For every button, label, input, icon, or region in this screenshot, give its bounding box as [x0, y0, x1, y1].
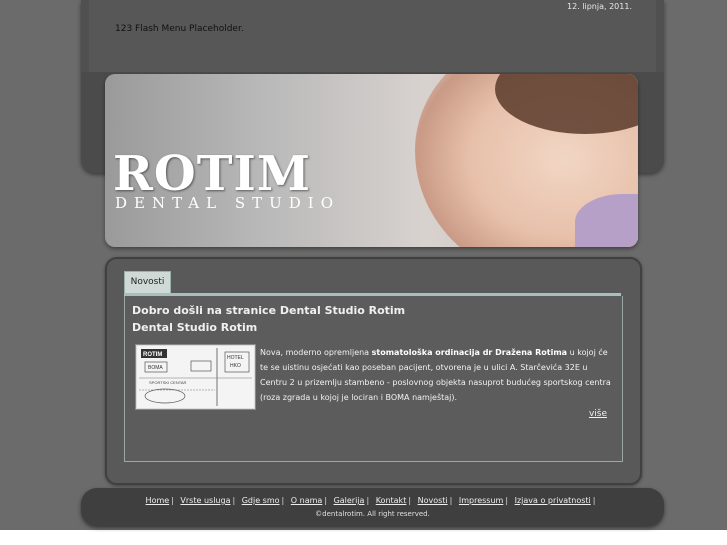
footer-link-izjava-o-privatnosti[interactable]: Izjava o privatnosti [515, 496, 591, 505]
more-link[interactable]: više [589, 409, 607, 419]
footer-link-novosti[interactable]: Novosti [418, 496, 448, 505]
footer: Home | Vrste usluga | Gdje smo | O nama | Ga… [81, 488, 664, 526]
footer-separator: | [505, 496, 509, 505]
footer-link-o-nama[interactable]: O nama [291, 496, 323, 505]
header-banner: ROTIM DENTAL STUDIO [105, 74, 638, 247]
footer-link-kontakt[interactable]: Kontakt [376, 496, 407, 505]
content-panel: Novosti Dobro došli na stranice Dental S… [105, 257, 642, 485]
footer-separator: | [408, 496, 412, 505]
para-bold: stomatološka ordinacija dr Dražena Rotim… [371, 348, 568, 357]
footer-separator: | [324, 496, 328, 505]
welcome-subheading: Dental Studio Rotim [132, 321, 258, 334]
thumb-sport: SPORTSKI CENTAR [149, 380, 187, 385]
header-top: 12. lipnja, 2011. 123 Flash Menu Placeho… [81, 0, 664, 72]
header-date: 12. lipnja, 2011. [567, 2, 632, 11]
footer-separator: | [171, 496, 174, 505]
footer-separator: | [592, 496, 596, 505]
footer-link-impressum[interactable]: Impressum [459, 496, 503, 505]
footer-separator: | [366, 496, 370, 505]
thumb-hotel: HOTEL [227, 355, 244, 361]
welcome-heading: Dobro došli na stranice Dental Studio Ro… [132, 304, 406, 317]
page-bottom-strip [0, 530, 727, 545]
map-sketch: ROTIM BOMA HOTEL HKO SPORTSKI CENTAR [139, 348, 252, 406]
flash-menu-placeholder: 123 Flash Menu Placeholder. [115, 24, 244, 34]
footer-link-home[interactable]: Home [146, 496, 170, 505]
logo-subtitle: DENTAL STUDIO [115, 194, 341, 212]
copyright-text: ©dentalrotim. All right reserved. [315, 510, 430, 518]
location-map-thumbnail[interactable]: ROTIM BOMA HOTEL HKO SPORTSKI CENTAR [136, 345, 255, 409]
footer-link-galerija[interactable]: Galerija [334, 496, 365, 505]
footer-separator: | [232, 496, 236, 505]
flash-menu-area: 12. lipnja, 2011. 123 Flash Menu Placeho… [89, 0, 656, 72]
thumb-rotim: ROTIM [143, 352, 162, 358]
footer-link-vrste-usluga[interactable]: Vrste usluga [180, 496, 230, 505]
footer-link-gdje-smo[interactable]: Gdje smo [242, 496, 280, 505]
para-prefix: Nova, moderno opremljena [260, 348, 372, 357]
footer-separator: | [281, 496, 285, 505]
footer-nav: Home | Vrste usluga | Gdje smo | O nama | Ga… [81, 496, 664, 505]
footer-separator: | [449, 496, 453, 505]
news-box: Dobro došli na stranice Dental Studio Ro… [124, 296, 623, 462]
tab-novosti[interactable]: Novosti [124, 271, 171, 294]
thumb-boma: BOMA [148, 365, 163, 371]
news-paragraph: Nova, moderno opremljena stomatološka or… [260, 345, 612, 405]
thumb-hko: HKO [230, 363, 241, 369]
